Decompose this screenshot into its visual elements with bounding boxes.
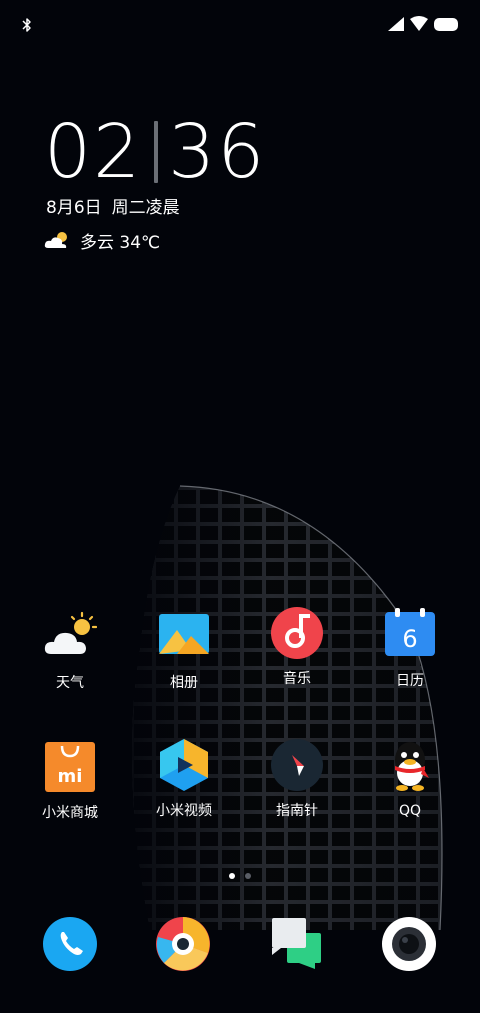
browser-icon[interactable] bbox=[156, 917, 210, 971]
mi-store-icon: mi bbox=[45, 742, 95, 792]
calendar-icon: 6 bbox=[385, 608, 435, 656]
clock-minutes: 36 bbox=[168, 109, 267, 195]
calendar-day: 6 bbox=[402, 625, 417, 653]
app-mi-video[interactable]: 小米视频 bbox=[136, 738, 232, 820]
wallpaper-building bbox=[132, 485, 443, 930]
phone-icon[interactable] bbox=[43, 917, 97, 971]
app-label: 相册 bbox=[170, 675, 198, 691]
app-label: 日历 bbox=[396, 673, 424, 689]
weather-text: 多云 34℃ bbox=[80, 232, 161, 253]
clock-widget[interactable]: 02 36 bbox=[44, 112, 266, 192]
app-label: QQ bbox=[398, 803, 422, 819]
partly-cloudy-icon bbox=[44, 232, 67, 248]
compass-icon bbox=[271, 739, 323, 791]
camera-icon[interactable] bbox=[382, 917, 436, 971]
status-bar bbox=[0, 0, 480, 48]
music-icon bbox=[271, 607, 323, 659]
app-label: 小米商城 bbox=[42, 805, 98, 821]
clock-hours: 02 bbox=[44, 109, 143, 195]
app-label: 小米视频 bbox=[156, 803, 212, 819]
weather-icon bbox=[44, 611, 97, 654]
app-weather[interactable]: 天气 bbox=[22, 610, 118, 692]
bluetooth-icon bbox=[22, 18, 31, 32]
app-gallery[interactable]: 相册 bbox=[136, 610, 232, 692]
date-line[interactable]: 8月6日 周二凌晨 bbox=[46, 196, 180, 220]
app-qq[interactable]: QQ bbox=[362, 738, 458, 820]
app-label: 音乐 bbox=[283, 671, 311, 687]
app-mi-store[interactable]: mi 小米商城 bbox=[22, 740, 118, 822]
signal-icon bbox=[388, 17, 404, 31]
mi-logo-text: mi bbox=[58, 766, 83, 787]
app-label: 天气 bbox=[56, 675, 84, 691]
page-dot-active[interactable] bbox=[229, 873, 235, 879]
app-label: 指南针 bbox=[276, 803, 318, 819]
page-dot[interactable] bbox=[245, 873, 251, 879]
qq-icon bbox=[395, 742, 429, 791]
battery-icon bbox=[434, 18, 458, 31]
mi-video-icon bbox=[160, 739, 208, 791]
wifi-icon bbox=[410, 16, 428, 31]
gallery-icon bbox=[159, 614, 209, 654]
app-music[interactable]: 音乐 bbox=[249, 606, 345, 688]
clock-divider bbox=[154, 121, 159, 183]
messages-icon[interactable] bbox=[269, 915, 325, 971]
app-compass[interactable]: 指南针 bbox=[249, 738, 345, 820]
weekday-text: 周二凌晨 bbox=[111, 198, 180, 218]
app-calendar[interactable]: 6 日历 bbox=[362, 608, 458, 690]
weather-widget[interactable]: 多云 34℃ bbox=[44, 227, 160, 253]
date-text: 8月6日 bbox=[46, 198, 102, 218]
